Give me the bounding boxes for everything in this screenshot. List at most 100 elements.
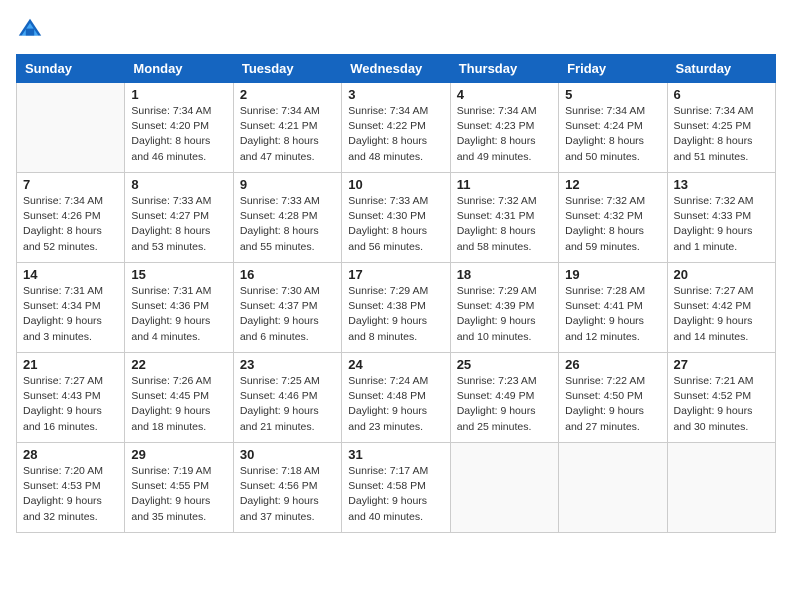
day-info: Sunrise: 7:33 AMSunset: 4:30 PMDaylight:…: [348, 194, 443, 255]
calendar-cell: [559, 443, 667, 533]
day-info: Sunrise: 7:22 AMSunset: 4:50 PMDaylight:…: [565, 374, 660, 435]
day-info: Sunrise: 7:18 AMSunset: 4:56 PMDaylight:…: [240, 464, 335, 525]
column-header-friday: Friday: [559, 55, 667, 83]
day-number: 7: [23, 177, 118, 192]
calendar-cell: 18 Sunrise: 7:29 AMSunset: 4:39 PMDayligh…: [450, 263, 558, 353]
column-header-wednesday: Wednesday: [342, 55, 450, 83]
page-header: [16, 16, 776, 44]
day-number: 28: [23, 447, 118, 462]
day-number: 23: [240, 357, 335, 372]
day-info: Sunrise: 7:26 AMSunset: 4:45 PMDaylight:…: [131, 374, 226, 435]
day-number: 10: [348, 177, 443, 192]
day-info: Sunrise: 7:34 AMSunset: 4:25 PMDaylight:…: [674, 104, 769, 165]
calendar-header-row: SundayMondayTuesdayWednesdayThursdayFrid…: [17, 55, 776, 83]
calendar-cell: 20Sunrise: 7:27 AMSunset: 4:42 PMDayligh…: [667, 263, 775, 353]
calendar-cell: 2 Sunrise: 7:34 AMSunset: 4:21 PMDaylight…: [233, 83, 341, 173]
day-number: 5: [565, 87, 660, 102]
calendar-cell: 12Sunrise: 7:32 AMSunset: 4:32 PMDayligh…: [559, 173, 667, 263]
day-info: Sunrise: 7:28 AMSunset: 4:41 PMDaylight:…: [565, 284, 660, 345]
day-number: 25: [457, 357, 552, 372]
calendar-cell: 1 Sunrise: 7:34 AMSunset: 4:20 PMDaylight…: [125, 83, 233, 173]
calendar-cell: 15 Sunrise: 7:31 AMSunset: 4:36 PMDayligh…: [125, 263, 233, 353]
calendar-cell: 23 Sunrise: 7:25 AMSunset: 4:46 PMDayligh…: [233, 353, 341, 443]
day-number: 27: [674, 357, 769, 372]
day-info: Sunrise: 7:32 AMSunset: 4:33 PMDaylight:…: [674, 194, 769, 255]
day-number: 14: [23, 267, 118, 282]
day-info: Sunrise: 7:31 AMSunset: 4:34 PMDaylight:…: [23, 284, 118, 345]
day-info: Sunrise: 7:27 AMSunset: 4:43 PMDaylight:…: [23, 374, 118, 435]
day-info: Sunrise: 7:32 AMSunset: 4:31 PMDaylight:…: [457, 194, 552, 255]
day-info: Sunrise: 7:34 AMSunset: 4:22 PMDaylight:…: [348, 104, 443, 165]
day-info: Sunrise: 7:33 AMSunset: 4:28 PMDaylight:…: [240, 194, 335, 255]
day-number: 26: [565, 357, 660, 372]
day-info: Sunrise: 7:34 AMSunset: 4:20 PMDaylight:…: [131, 104, 226, 165]
day-info: Sunrise: 7:34 AMSunset: 4:21 PMDaylight:…: [240, 104, 335, 165]
column-header-sunday: Sunday: [17, 55, 125, 83]
calendar-cell: 25 Sunrise: 7:23 AMSunset: 4:49 PMDayligh…: [450, 353, 558, 443]
calendar-cell: 19 Sunrise: 7:28 AMSunset: 4:41 PMDayligh…: [559, 263, 667, 353]
column-header-thursday: Thursday: [450, 55, 558, 83]
day-info: Sunrise: 7:21 AMSunset: 4:52 PMDaylight:…: [674, 374, 769, 435]
calendar-cell: 9Sunrise: 7:33 AMSunset: 4:28 PMDaylight…: [233, 173, 341, 263]
day-number: 18: [457, 267, 552, 282]
week-row-4: 21 Sunrise: 7:27 AMSunset: 4:43 PMDayligh…: [17, 353, 776, 443]
calendar-cell: 21 Sunrise: 7:27 AMSunset: 4:43 PMDayligh…: [17, 353, 125, 443]
day-info: Sunrise: 7:24 AMSunset: 4:48 PMDaylight:…: [348, 374, 443, 435]
calendar-cell: [17, 83, 125, 173]
calendar-cell: 8 Sunrise: 7:33 AMSunset: 4:27 PMDaylight…: [125, 173, 233, 263]
day-number: 15: [131, 267, 226, 282]
day-number: 20: [674, 267, 769, 282]
calendar-cell: 29Sunrise: 7:19 AMSunset: 4:55 PMDayligh…: [125, 443, 233, 533]
day-number: 17: [348, 267, 443, 282]
calendar-cell: [450, 443, 558, 533]
day-number: 13: [674, 177, 769, 192]
calendar-cell: 26 Sunrise: 7:22 AMSunset: 4:50 PMDayligh…: [559, 353, 667, 443]
calendar-cell: 10 Sunrise: 7:33 AMSunset: 4:30 PMDayligh…: [342, 173, 450, 263]
day-number: 1: [131, 87, 226, 102]
calendar-cell: 28 Sunrise: 7:20 AMSunset: 4:53 PMDayligh…: [17, 443, 125, 533]
column-header-saturday: Saturday: [667, 55, 775, 83]
day-info: Sunrise: 7:23 AMSunset: 4:49 PMDaylight:…: [457, 374, 552, 435]
week-row-5: 28 Sunrise: 7:20 AMSunset: 4:53 PMDayligh…: [17, 443, 776, 533]
day-number: 16: [240, 267, 335, 282]
calendar-cell: 6Sunrise: 7:34 AMSunset: 4:25 PMDaylight…: [667, 83, 775, 173]
calendar-cell: 11 Sunrise: 7:32 AMSunset: 4:31 PMDayligh…: [450, 173, 558, 263]
day-number: 30: [240, 447, 335, 462]
day-info: Sunrise: 7:34 AMSunset: 4:24 PMDaylight:…: [565, 104, 660, 165]
logo: [16, 16, 48, 44]
calendar-cell: 14 Sunrise: 7:31 AMSunset: 4:34 PMDayligh…: [17, 263, 125, 353]
day-number: 2: [240, 87, 335, 102]
calendar-table: SundayMondayTuesdayWednesdayThursdayFrid…: [16, 54, 776, 533]
column-header-tuesday: Tuesday: [233, 55, 341, 83]
day-info: Sunrise: 7:17 AMSunset: 4:58 PMDaylight:…: [348, 464, 443, 525]
day-number: 8: [131, 177, 226, 192]
day-info: Sunrise: 7:31 AMSunset: 4:36 PMDaylight:…: [131, 284, 226, 345]
calendar-cell: 24 Sunrise: 7:24 AMSunset: 4:48 PMDayligh…: [342, 353, 450, 443]
day-number: 31: [348, 447, 443, 462]
day-info: Sunrise: 7:19 AMSunset: 4:55 PMDaylight:…: [131, 464, 226, 525]
day-number: 4: [457, 87, 552, 102]
day-number: 19: [565, 267, 660, 282]
day-number: 11: [457, 177, 552, 192]
calendar-cell: 4Sunrise: 7:34 AMSunset: 4:23 PMDaylight…: [450, 83, 558, 173]
day-info: Sunrise: 7:20 AMSunset: 4:53 PMDaylight:…: [23, 464, 118, 525]
calendar-cell: 3 Sunrise: 7:34 AMSunset: 4:22 PMDaylight…: [342, 83, 450, 173]
calendar-cell: 7 Sunrise: 7:34 AMSunset: 4:26 PMDaylight…: [17, 173, 125, 263]
day-info: Sunrise: 7:29 AMSunset: 4:39 PMDaylight:…: [457, 284, 552, 345]
calendar-cell: 30 Sunrise: 7:18 AMSunset: 4:56 PMDayligh…: [233, 443, 341, 533]
day-number: 21: [23, 357, 118, 372]
calendar-cell: 22 Sunrise: 7:26 AMSunset: 4:45 PMDayligh…: [125, 353, 233, 443]
logo-icon: [16, 16, 44, 44]
day-info: Sunrise: 7:30 AMSunset: 4:37 PMDaylight:…: [240, 284, 335, 345]
calendar-cell: 16 Sunrise: 7:30 AMSunset: 4:37 PMDayligh…: [233, 263, 341, 353]
week-row-1: 1 Sunrise: 7:34 AMSunset: 4:20 PMDaylight…: [17, 83, 776, 173]
day-info: Sunrise: 7:33 AMSunset: 4:27 PMDaylight:…: [131, 194, 226, 255]
week-row-2: 7 Sunrise: 7:34 AMSunset: 4:26 PMDaylight…: [17, 173, 776, 263]
day-info: Sunrise: 7:34 AMSunset: 4:26 PMDaylight:…: [23, 194, 118, 255]
day-number: 3: [348, 87, 443, 102]
day-number: 24: [348, 357, 443, 372]
day-number: 22: [131, 357, 226, 372]
day-info: Sunrise: 7:25 AMSunset: 4:46 PMDaylight:…: [240, 374, 335, 435]
calendar-cell: 5 Sunrise: 7:34 AMSunset: 4:24 PMDaylight…: [559, 83, 667, 173]
calendar-cell: 31 Sunrise: 7:17 AMSunset: 4:58 PMDayligh…: [342, 443, 450, 533]
